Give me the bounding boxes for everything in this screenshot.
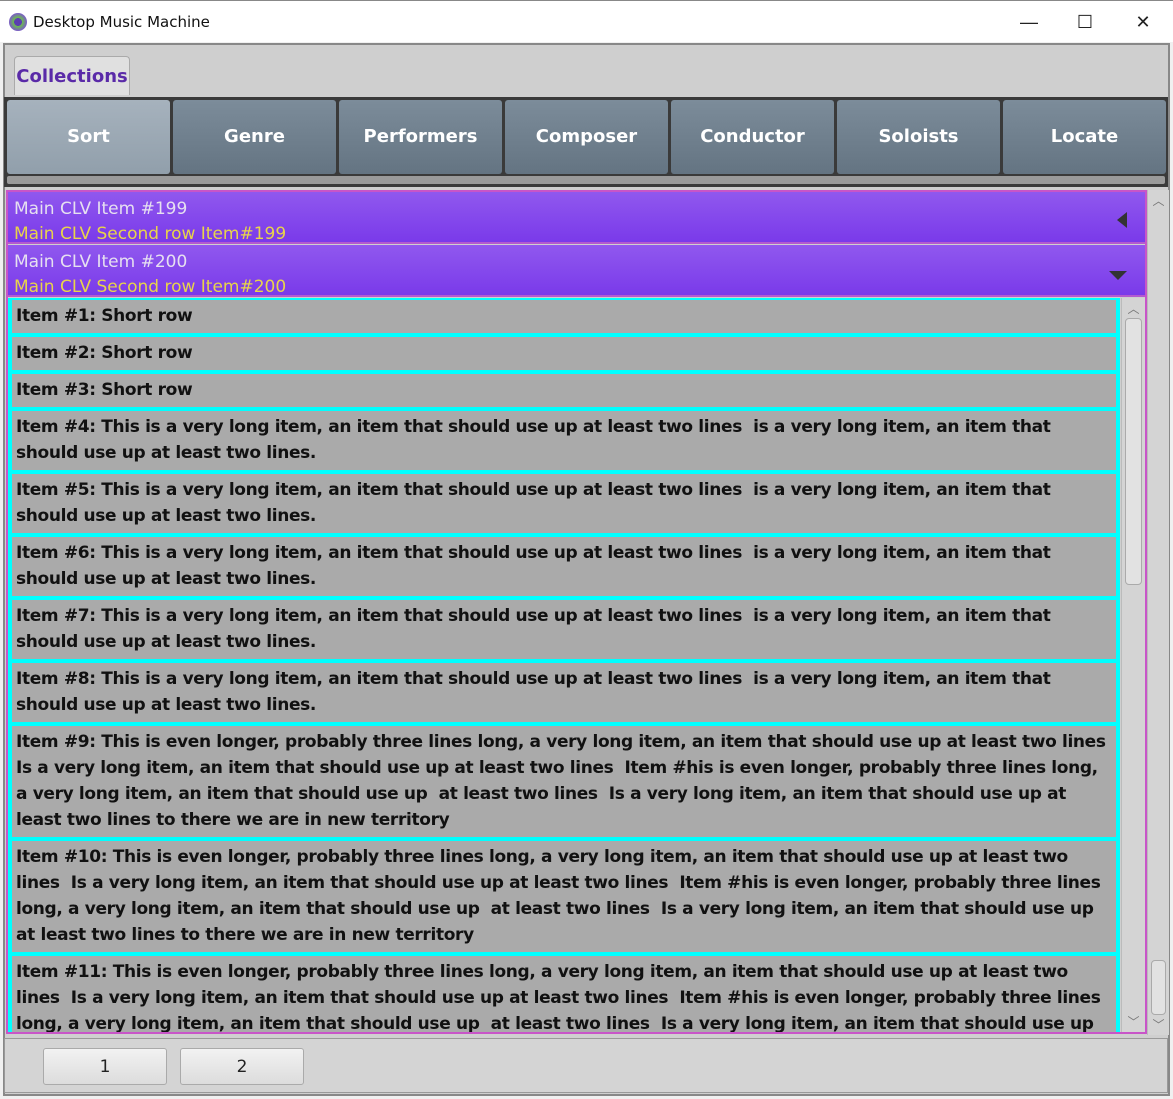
list-item[interactable]: Item #6: This is a very long item, an it… bbox=[12, 537, 1116, 596]
window-title: Desktop Music Machine bbox=[33, 13, 210, 31]
list-item[interactable]: Item #8: This is a very long item, an it… bbox=[12, 663, 1116, 722]
list-item[interactable]: Item #1: Short row bbox=[12, 300, 1116, 333]
performers-button[interactable]: Performers bbox=[339, 100, 502, 174]
list-item[interactable]: Item #11: This is even longer, probably … bbox=[12, 956, 1116, 1032]
list-item[interactable]: Item #9: This is even longer, probably t… bbox=[12, 726, 1116, 837]
list-item[interactable]: Item #3: Short row bbox=[12, 374, 1116, 407]
app-icon bbox=[9, 13, 27, 31]
collapsed-arrow-icon[interactable] bbox=[1117, 212, 1127, 228]
page-2-button[interactable]: 2 bbox=[180, 1048, 304, 1085]
conductor-button[interactable]: Conductor bbox=[671, 100, 834, 174]
maximize-button[interactable]: ☐ bbox=[1062, 7, 1108, 37]
sub-item-list: Item #1: Short row Item #2: Short row Item… bbox=[8, 298, 1120, 1032]
group-title: Main CLV Item #200 bbox=[14, 252, 188, 272]
scroll-up-icon[interactable]: ︿ bbox=[1148, 192, 1169, 209]
close-button[interactable]: ✕ bbox=[1120, 7, 1166, 37]
list-item[interactable]: Item #10: This is even longer, probably … bbox=[12, 841, 1116, 952]
title-bar: Desktop Music Machine — ☐ ✕ bbox=[0, 0, 1173, 42]
page-bar: 1 2 bbox=[4, 1038, 1168, 1093]
main-list: Main CLV Item #199 Main CLV Second row I… bbox=[6, 190, 1147, 1034]
group-subtitle: Main CLV Second row Item#199 bbox=[14, 224, 287, 244]
button-bar-strip bbox=[7, 176, 1165, 184]
soloists-button[interactable]: Soloists bbox=[837, 100, 1000, 174]
list-item[interactable]: Item #7: This is a very long item, an it… bbox=[12, 600, 1116, 659]
page-1-button[interactable]: 1 bbox=[43, 1048, 167, 1085]
locate-button[interactable]: Locate bbox=[1003, 100, 1166, 174]
list-item[interactable]: Item #2: Short row bbox=[12, 337, 1116, 370]
scroll-down-icon[interactable]: ﹀ bbox=[1122, 1013, 1145, 1030]
minimize-button[interactable]: — bbox=[1006, 7, 1052, 37]
scroll-thumb[interactable] bbox=[1151, 960, 1166, 1015]
group-header-200[interactable]: Main CLV Item #200 Main CLV Second row I… bbox=[8, 245, 1145, 297]
sort-button[interactable]: Sort bbox=[7, 100, 170, 174]
composer-button[interactable]: Composer bbox=[505, 100, 668, 174]
group-header-199[interactable]: Main CLV Item #199 Main CLV Second row I… bbox=[8, 192, 1145, 244]
list-item[interactable]: Item #5: This is a very long item, an it… bbox=[12, 474, 1116, 533]
tab-collections[interactable]: Collections bbox=[14, 56, 130, 95]
list-item[interactable]: Item #4: This is a very long item, an it… bbox=[12, 411, 1116, 470]
inner-scrollbar[interactable]: ︿ ﹀ bbox=[1121, 298, 1145, 1032]
genre-button[interactable]: Genre bbox=[173, 100, 336, 174]
scroll-down-icon[interactable]: ﹀ bbox=[1148, 1016, 1169, 1033]
expanded-arrow-icon[interactable] bbox=[1109, 271, 1127, 280]
nav-button-bar: Sort Genre Performers Composer Conductor… bbox=[4, 97, 1168, 187]
outer-scrollbar[interactable]: ︿ ﹀ bbox=[1147, 190, 1169, 1035]
group-title: Main CLV Item #199 bbox=[14, 199, 188, 219]
scroll-up-icon[interactable]: ︿ bbox=[1122, 300, 1145, 317]
scroll-thumb[interactable] bbox=[1125, 318, 1142, 585]
group-subtitle: Main CLV Second row Item#200 bbox=[14, 277, 287, 297]
